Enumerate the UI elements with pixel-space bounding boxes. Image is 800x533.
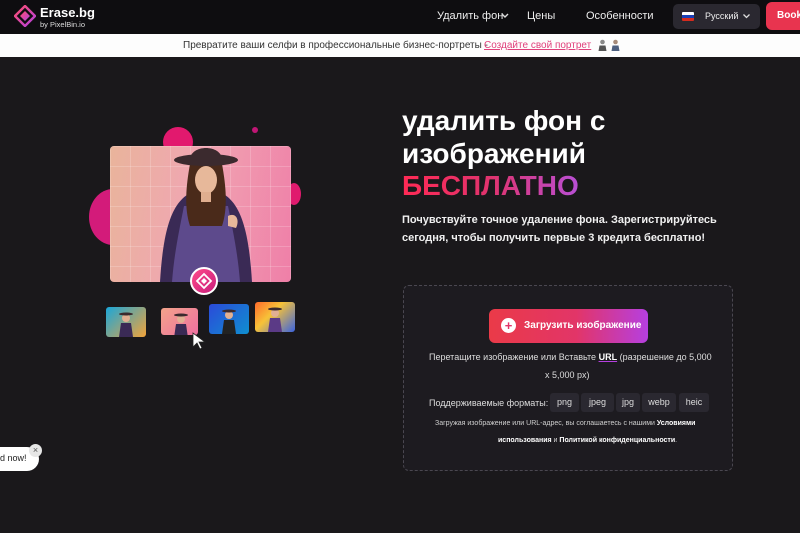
nav-features[interactable]: Особенности	[586, 10, 654, 22]
sample-thumbnail[interactable]	[209, 304, 249, 334]
format-badge-png: png	[550, 393, 579, 412]
plus-icon: +	[501, 318, 516, 333]
upload-image-button[interactable]: + Загрузить изображение	[489, 309, 648, 343]
hero-illustration	[0, 57, 400, 533]
top-navbar: Erase.bg by PixelBin.io Удалить фон Цены…	[0, 0, 800, 34]
hero-title-free: БЕСПЛАТНО	[402, 170, 579, 201]
erase-badge-icon	[190, 267, 218, 295]
banner-link[interactable]: Создайте свой портрет	[484, 40, 591, 51]
language-select[interactable]: Русский	[673, 4, 760, 29]
terms-text: Загружая изображение или URL-адрес, вы с…	[435, 420, 696, 427]
nav-remove-bg[interactable]: Удалить фон	[437, 10, 503, 22]
decor-bubble	[252, 127, 258, 133]
drop-instructions-line2: x 5,000 px)	[545, 370, 590, 380]
chevron-down-icon	[743, 14, 750, 19]
sample-thumbnail[interactable]	[161, 308, 198, 335]
banner-text: Превратите ваши селфи в профессиональные…	[183, 40, 488, 51]
close-icon[interactable]: ×	[29, 444, 42, 457]
sample-thumbnail[interactable]	[106, 307, 146, 337]
erase-bg-logo-icon	[14, 5, 36, 27]
hero-title-line2: изображений	[402, 138, 586, 169]
sample-thumbnail[interactable]	[255, 302, 295, 332]
language-label: Русский	[705, 11, 739, 21]
upload-dropzone[interactable]: + Загрузить изображение Перетащите изобр…	[403, 285, 733, 471]
logo[interactable]: Erase.bg by PixelBin.io	[14, 4, 114, 30]
terms-of-use-link[interactable]: Условиями	[657, 420, 696, 427]
book-demo-button[interactable]: Book a	[766, 2, 800, 30]
terms-text-line2: использования и Политикой конфиденциальн…	[498, 437, 678, 444]
hero-subtitle-line2: сегодня, чтобы получить первые 3 кредита…	[402, 232, 706, 244]
nav-prices[interactable]: Цены	[527, 10, 555, 22]
hero-subtitle-line1: Почувствуйте точное удаление фона. Зарег…	[402, 214, 717, 226]
format-badge-jpg: jpg	[616, 393, 640, 412]
format-badge-heic: heic	[679, 393, 709, 412]
logo-byline: by PixelBin.io	[40, 20, 86, 29]
demo-photo	[110, 146, 291, 282]
formats-label: Поддерживаемые форматы:	[429, 398, 549, 408]
woman-portrait-image	[160, 148, 252, 282]
russian-flag-icon	[682, 12, 694, 21]
logo-name: Erase.bg	[40, 5, 95, 20]
person-icon	[598, 39, 607, 51]
paste-url-link[interactable]: URL	[599, 352, 618, 362]
upload-button-label: Загрузить изображение	[524, 320, 642, 331]
drop-instructions: Перетащите изображение или Вставьте URL …	[429, 352, 712, 362]
promo-banner: Превратите ваши селфи в профессиональные…	[0, 34, 800, 57]
format-badge-jpeg: jpeg	[581, 393, 614, 412]
mouse-cursor-icon	[192, 332, 207, 350]
format-badge-webp: webp	[642, 393, 676, 412]
terms-of-use-link[interactable]: использования	[498, 437, 552, 444]
person-icon	[611, 39, 620, 51]
popup-text: d now!	[0, 453, 27, 463]
chevron-down-icon[interactable]	[500, 12, 510, 20]
privacy-policy-link[interactable]: Политикой конфиденциальности	[559, 437, 675, 444]
hero-title-line1: удалить фон с	[402, 105, 606, 136]
